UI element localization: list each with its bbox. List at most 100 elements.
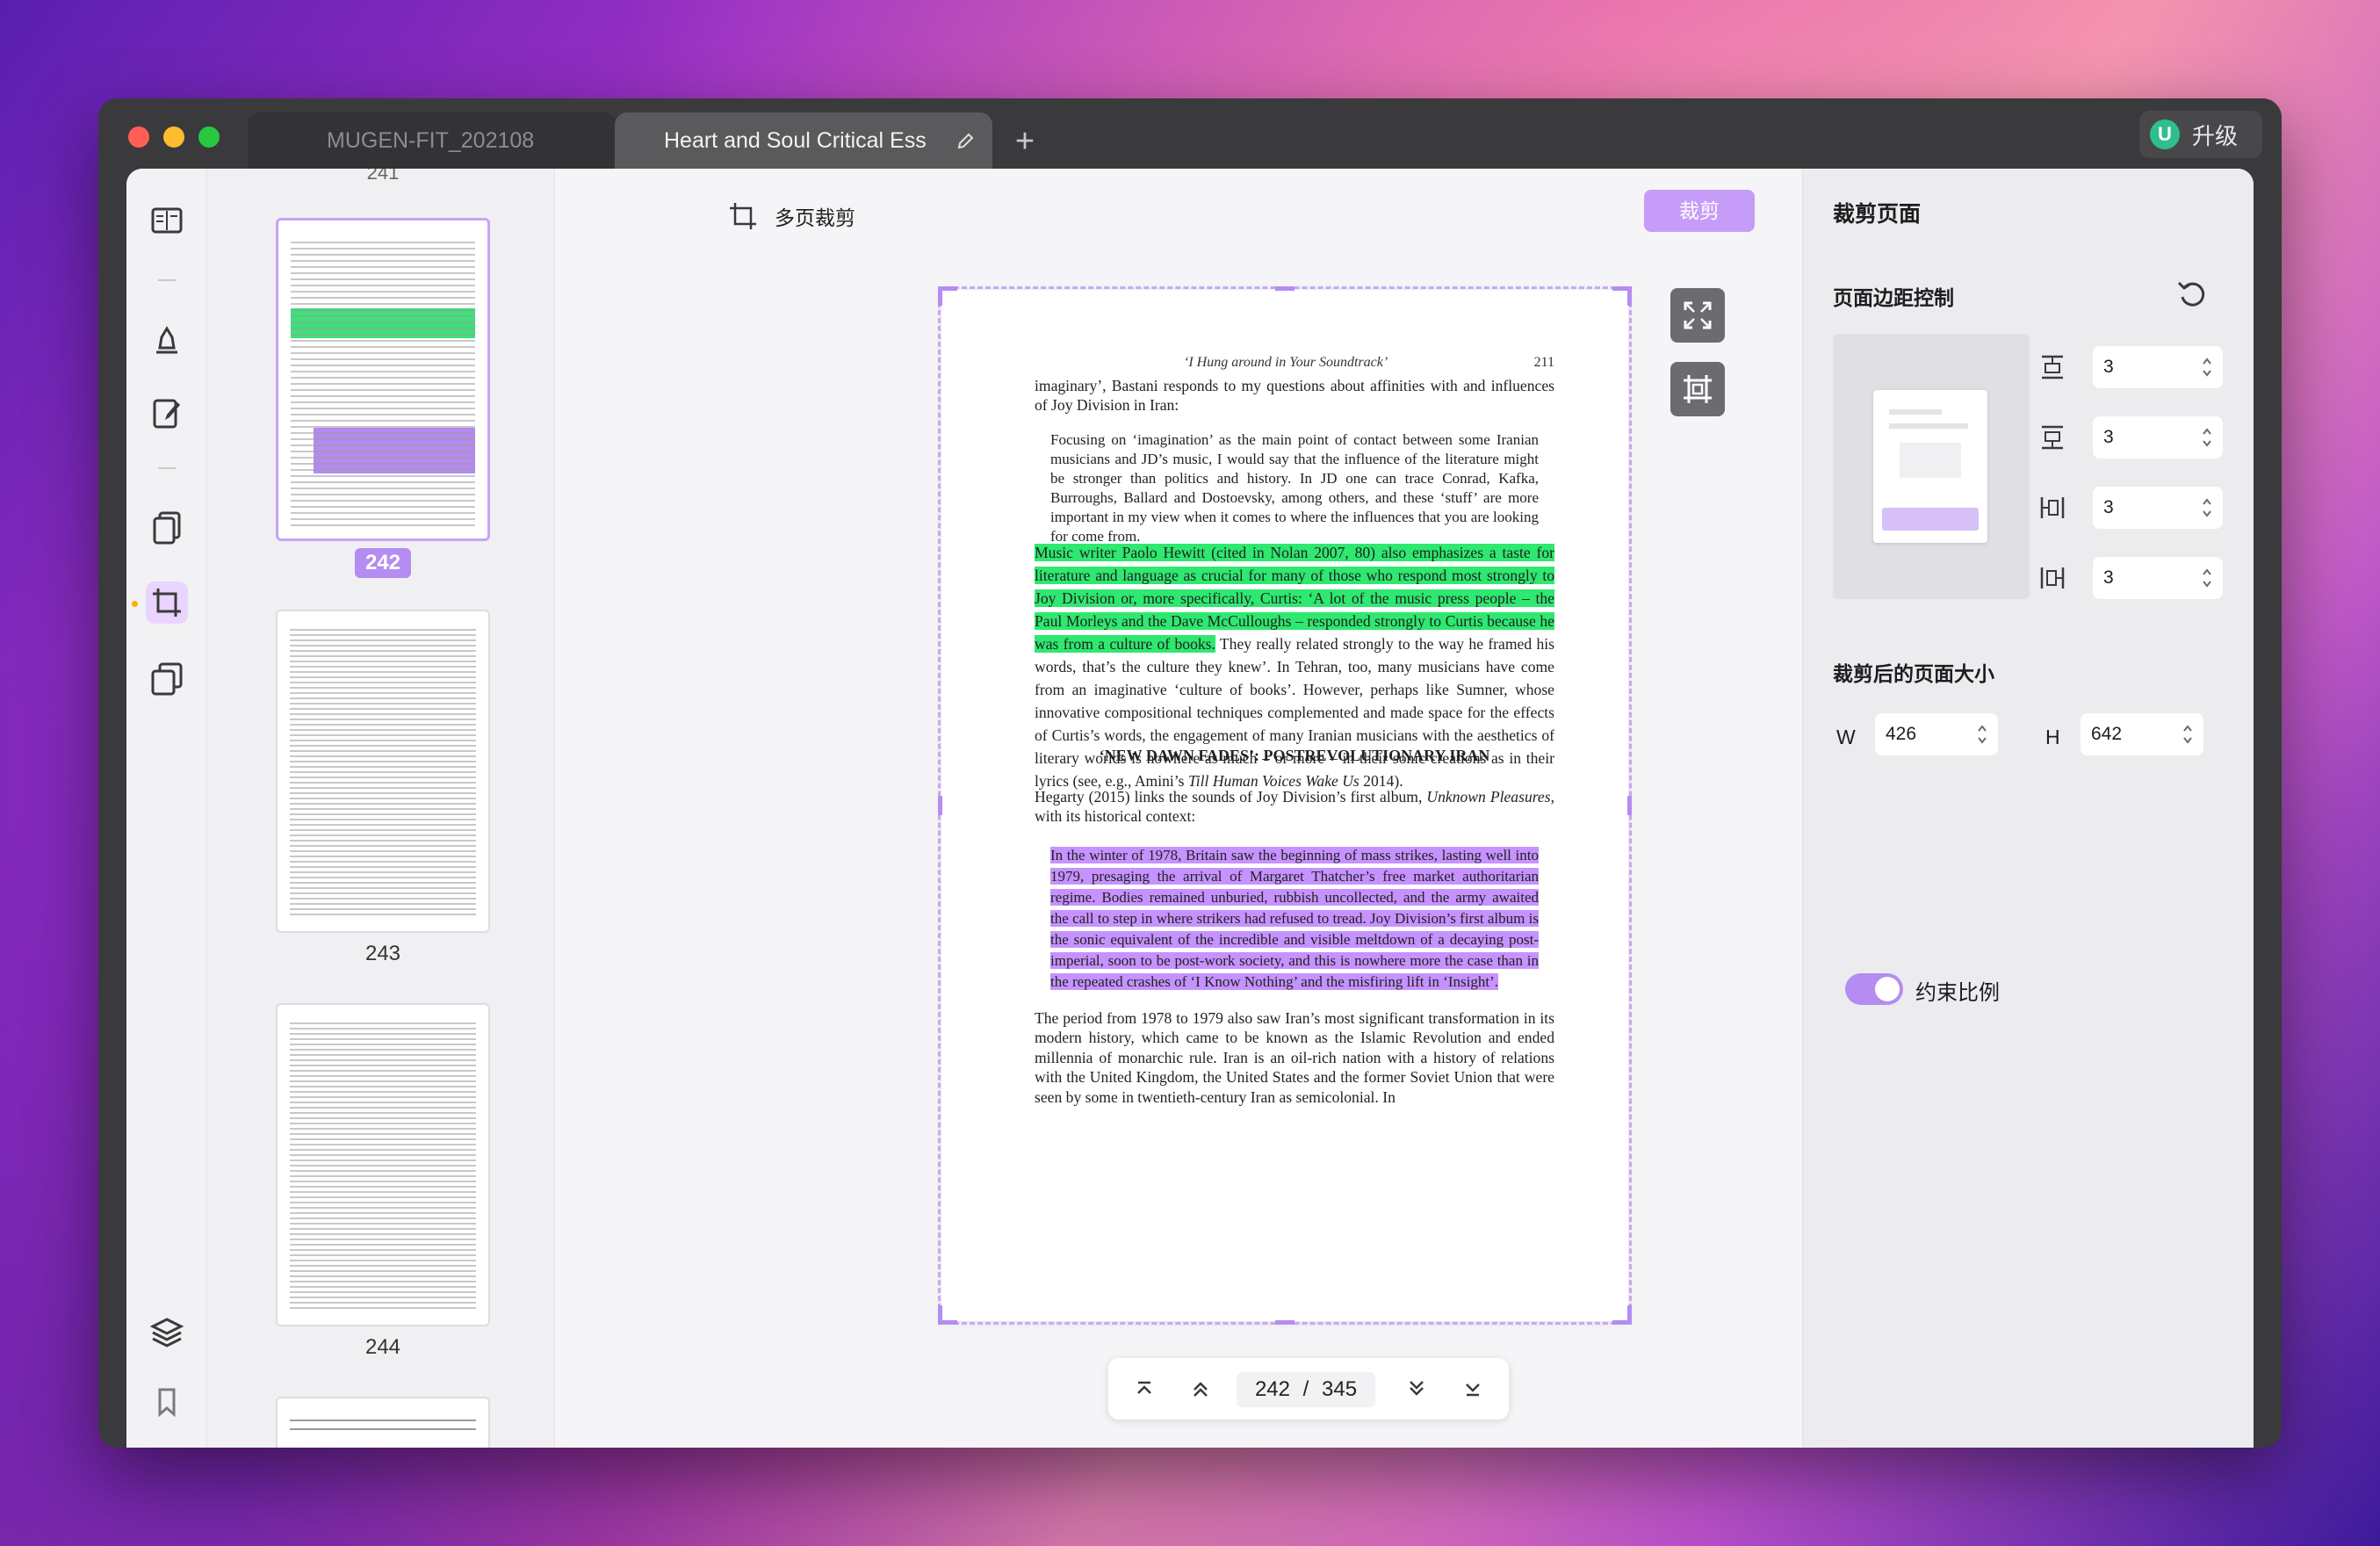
first-page-icon[interactable] bbox=[1133, 1377, 1156, 1400]
comment-highlighter-icon[interactable] bbox=[146, 318, 188, 360]
thumbnail-text-line bbox=[290, 1065, 476, 1066]
auto-crop-button[interactable] bbox=[1670, 362, 1725, 416]
margin-right-stepper[interactable]: 3 bbox=[2093, 557, 2223, 599]
purple-highlight[interactable]: In the winter of 1978, Britain saw the b… bbox=[1050, 847, 1539, 990]
paragraph: Hegarty (2015) links the sounds of Joy D… bbox=[1035, 788, 1554, 826]
app-content: 241 242 243 244 多页裁剪 裁剪 ‘I Hung around i… bbox=[126, 169, 2254, 1448]
page-thumbnail-list[interactable]: 241 242 243 244 bbox=[207, 169, 555, 1448]
thumbnail-text-line bbox=[291, 248, 475, 249]
thumbnail-text-line bbox=[290, 1275, 476, 1277]
layers-icon[interactable] bbox=[146, 1311, 188, 1353]
stepper-arrows-icon[interactable] bbox=[2202, 495, 2212, 520]
thumbnail-text-line bbox=[290, 1028, 476, 1029]
active-indicator-dot bbox=[132, 601, 138, 607]
thumbnail-text-line bbox=[290, 1244, 476, 1246]
stepper-arrows-icon[interactable] bbox=[1977, 722, 1987, 747]
thumbnail-text-line bbox=[291, 309, 475, 311]
height-label: H bbox=[2045, 726, 2060, 748]
crop-button[interactable]: 裁剪 bbox=[1644, 190, 1755, 232]
thumbnail-page-242[interactable] bbox=[276, 218, 490, 541]
thumbnail-text-line bbox=[291, 371, 475, 372]
zoom-window-button[interactable] bbox=[198, 126, 220, 148]
margin-bottom-stepper[interactable]: 3 bbox=[2093, 416, 2223, 459]
thumbnail-text-line bbox=[291, 524, 475, 526]
crop-handle-bottom-left[interactable] bbox=[938, 1305, 942, 1325]
thumbnail-text-line bbox=[290, 729, 476, 731]
crop-handle-bottom[interactable] bbox=[1275, 1320, 1295, 1325]
thumbnail-text-line bbox=[290, 1181, 476, 1182]
height-stepper[interactable]: 642 bbox=[2081, 713, 2203, 755]
crop-handle-top-left[interactable] bbox=[938, 286, 942, 306]
organize-pages-icon[interactable] bbox=[146, 506, 188, 548]
thumbnail-text-line bbox=[291, 303, 475, 305]
crop-handle-right[interactable] bbox=[1627, 796, 1632, 815]
reader-mode-icon[interactable] bbox=[146, 200, 188, 242]
crop-handle-left[interactable] bbox=[938, 796, 942, 815]
thumbnail-text-line bbox=[290, 787, 476, 789]
margin-bottom-icon bbox=[2042, 425, 2063, 450]
multi-page-crop-header[interactable]: 多页裁剪 bbox=[727, 200, 855, 232]
stepper-arrows-icon[interactable] bbox=[2202, 425, 2212, 450]
thumbnail-text-line bbox=[290, 850, 476, 852]
thumbnail-text-line bbox=[291, 463, 475, 465]
stepper-arrows-icon[interactable] bbox=[2202, 566, 2212, 590]
margin-left-stepper[interactable]: 3 bbox=[2093, 487, 2223, 529]
close-window-button[interactable] bbox=[128, 126, 149, 148]
thumbnail-page-244[interactable] bbox=[276, 1003, 490, 1326]
thumbnail-text-line bbox=[290, 1191, 476, 1193]
thumbnail-text-line bbox=[290, 761, 476, 762]
upgrade-button[interactable]: U 升级 bbox=[2139, 111, 2262, 158]
thumbnail-text-line bbox=[290, 1223, 476, 1225]
thumbnail-text-line bbox=[290, 819, 476, 820]
margin-top-icon bbox=[2042, 355, 2063, 379]
thumbnail-page-243[interactable] bbox=[276, 610, 490, 933]
thumbnail-text-line bbox=[291, 494, 475, 495]
thumbnail-text-line bbox=[290, 1154, 476, 1156]
reset-icon[interactable] bbox=[2175, 278, 2209, 311]
margin-bottom-row: 3 bbox=[2038, 411, 2223, 464]
thumbnail-text-line bbox=[290, 645, 476, 647]
thumbnail-page-245[interactable] bbox=[276, 1397, 490, 1448]
thumbnail-text-line bbox=[290, 1265, 476, 1267]
bookmark-icon[interactable] bbox=[146, 1381, 188, 1423]
previous-page-icon[interactable] bbox=[1189, 1377, 1212, 1400]
margin-left-icon bbox=[2040, 497, 2065, 518]
pdf-page-canvas[interactable]: ‘I Hung around in Your Soundtrack’ 211 i… bbox=[941, 290, 1628, 1321]
crop-handle-top-right[interactable] bbox=[1627, 286, 1632, 306]
thumbnail-text-line bbox=[290, 1133, 476, 1135]
minimize-window-button[interactable] bbox=[163, 126, 184, 148]
thumbnail-text-line bbox=[290, 840, 476, 842]
crop-handle-bottom-right[interactable] bbox=[1627, 1305, 1632, 1325]
fit-to-page-button[interactable] bbox=[1670, 288, 1725, 343]
thumbnail-text-line bbox=[290, 887, 476, 889]
thumbnail-text-line bbox=[290, 914, 476, 915]
thumbnail-text-line bbox=[291, 383, 475, 385]
tab-document-1[interactable]: MUGEN-FIT_202108 bbox=[248, 112, 617, 169]
convert-pdf-icon[interactable] bbox=[146, 657, 188, 699]
constrain-proportions-toggle[interactable] bbox=[1845, 973, 1903, 1005]
stepper-arrows-icon[interactable] bbox=[2182, 722, 2193, 747]
crop-frame-icon bbox=[1684, 375, 1712, 403]
page-number-field[interactable]: 242 / 345 bbox=[1237, 1372, 1375, 1407]
margin-top-row: 3 bbox=[2038, 341, 2223, 394]
rename-pencil-icon[interactable] bbox=[956, 132, 975, 151]
width-stepper[interactable]: 426 bbox=[1875, 713, 1998, 755]
crop-handle-top[interactable] bbox=[1275, 286, 1295, 291]
margin-top-stepper[interactable]: 3 bbox=[2093, 346, 2223, 388]
thumbnail-text-line bbox=[290, 1138, 476, 1140]
stepper-arrows-icon[interactable] bbox=[2202, 355, 2212, 379]
last-page-icon[interactable] bbox=[1461, 1377, 1484, 1400]
rail-divider bbox=[158, 279, 176, 281]
thumbnail-text-line bbox=[290, 771, 476, 773]
thumbnail-text-line bbox=[290, 666, 476, 668]
page-navigator: 242 / 345 bbox=[1108, 1358, 1509, 1420]
thumbnail-text-line bbox=[290, 1239, 476, 1240]
edit-pdf-icon[interactable] bbox=[146, 392, 188, 434]
thumbnail-text-line bbox=[290, 1307, 476, 1309]
crop-pages-icon[interactable] bbox=[146, 582, 188, 624]
next-page-icon[interactable] bbox=[1405, 1377, 1428, 1400]
page-size-heading: 裁剪后的页面大小 bbox=[1833, 662, 1994, 685]
current-page[interactable]: 242 bbox=[1255, 1377, 1290, 1401]
new-tab-plus-icon[interactable]: + bbox=[1003, 119, 1047, 163]
tab-document-2-active[interactable]: Heart and Soul Critical Ess bbox=[615, 112, 992, 169]
